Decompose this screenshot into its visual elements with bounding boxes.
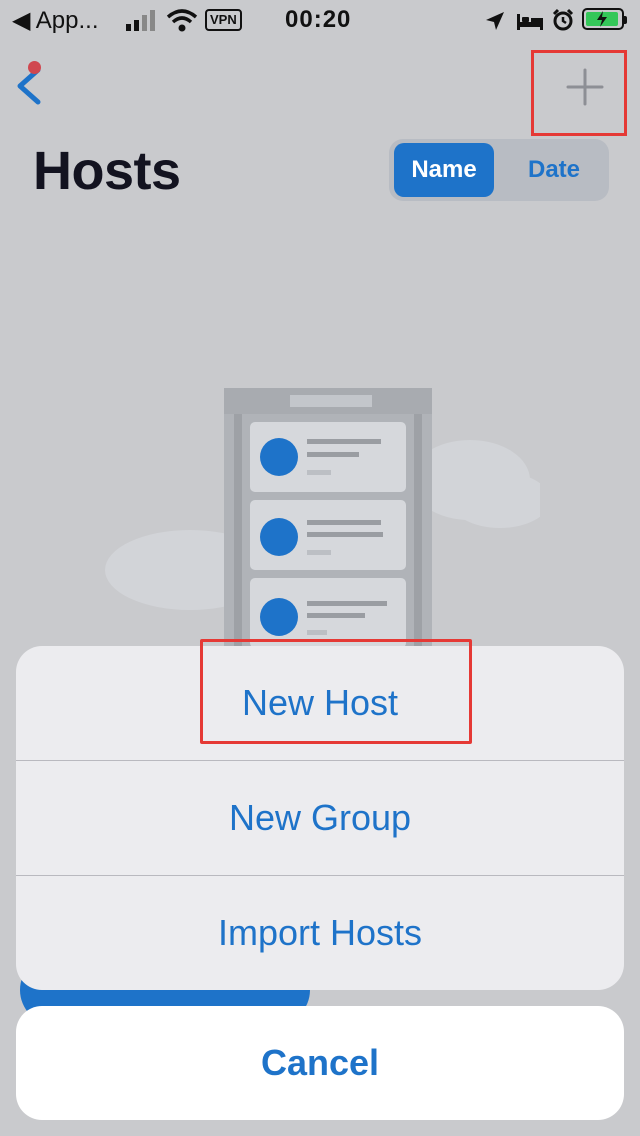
vpn-badge: VPN [205, 9, 242, 31]
new-host-highlight [200, 639, 472, 744]
import-hosts-option[interactable]: Import Hosts [16, 876, 624, 990]
signal-icon [126, 10, 155, 31]
bed-icon [517, 14, 543, 30]
sort-option-name[interactable]: Name [394, 143, 494, 197]
cancel-button[interactable]: Cancel [16, 1006, 624, 1120]
page-title: Hosts [33, 141, 181, 201]
back-to-app-label[interactable]: ◀ App... [12, 6, 99, 35]
battery-charging-icon [582, 8, 627, 30]
location-arrow-icon [486, 12, 504, 30]
wifi-icon [166, 9, 198, 32]
status-time: 00:20 [285, 6, 352, 33]
plus-icon[interactable] [560, 62, 610, 112]
server-rack-illustration [105, 388, 540, 660]
status-bar: ◀ App... VPN 00:20 [0, 0, 640, 42]
new-group-option[interactable]: New Group [16, 761, 624, 875]
sort-option-date[interactable]: Date [502, 143, 606, 197]
alarm-icon [552, 8, 574, 31]
notification-dot [28, 61, 41, 74]
